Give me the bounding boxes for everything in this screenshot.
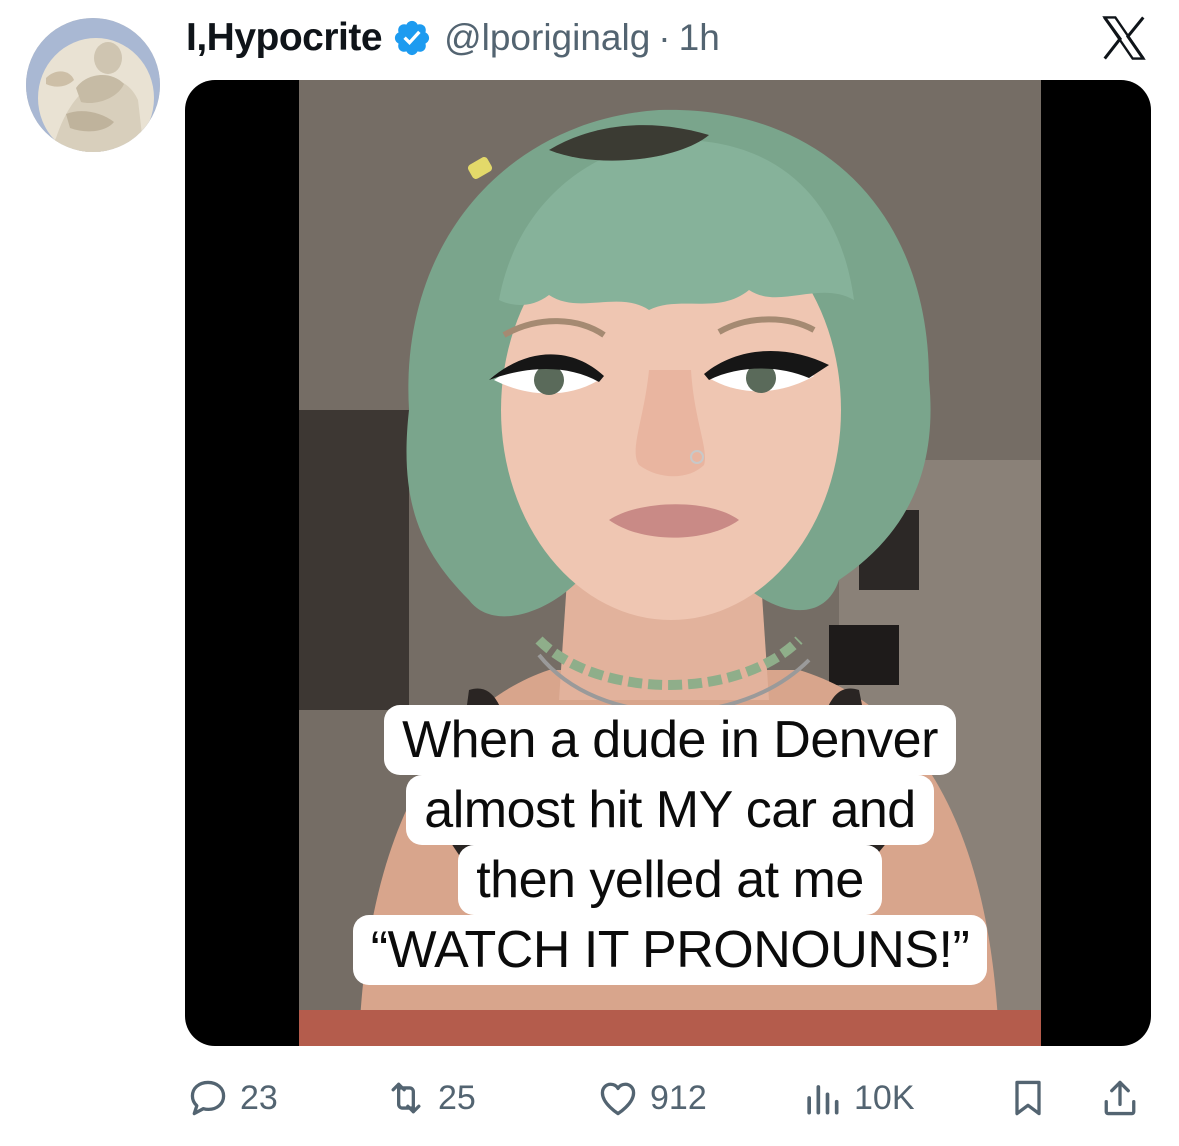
caption-line: then yelled at me: [458, 845, 882, 915]
timestamp[interactable]: 1h: [679, 17, 720, 59]
repost-button[interactable]: 25: [384, 1070, 476, 1126]
reply-bubble-icon: [190, 1080, 226, 1116]
bookmark-button[interactable]: [1006, 1070, 1060, 1126]
reply-button[interactable]: 23: [186, 1070, 278, 1126]
x-logo-icon: [1102, 16, 1146, 60]
heart-icon: [600, 1082, 636, 1116]
share-button[interactable]: [1098, 1070, 1152, 1126]
tweet-header: I,Hypocrite @lporiginalg · 1h: [186, 12, 720, 64]
repost-count: 25: [438, 1078, 476, 1117]
verified-badge-icon: [394, 20, 430, 56]
tweet-media[interactable]: When a dude in Denver almost hit MY car …: [185, 80, 1151, 1046]
reply-count: 23: [240, 1078, 278, 1117]
views-button[interactable]: 10K: [800, 1070, 915, 1126]
author-handle[interactable]: @lporiginalg: [444, 17, 650, 59]
caption-overlay: When a dude in Denver almost hit MY car …: [299, 705, 1041, 985]
caption-line: When a dude in Denver: [384, 705, 956, 775]
avatar-statue-image: [26, 18, 160, 152]
tweet-actions: 23 25 912 10K: [0, 1070, 1179, 1126]
bookmark-icon: [1015, 1080, 1041, 1116]
media-photo: When a dude in Denver almost hit MY car …: [299, 80, 1041, 1046]
caption-line: “WATCH IT PRONOUNS!”: [352, 915, 988, 985]
tweet[interactable]: I,Hypocrite @lporiginalg · 1h When a dud…: [0, 0, 1179, 1146]
like-button[interactable]: 912: [596, 1070, 707, 1126]
repost-icon: [391, 1082, 421, 1114]
separator-dot: ·: [658, 17, 671, 58]
caption-line: almost hit MY car and: [406, 775, 934, 845]
bar-chart-icon: [807, 1085, 839, 1115]
like-count: 912: [650, 1078, 707, 1117]
avatar[interactable]: [26, 18, 160, 152]
display-name[interactable]: I,Hypocrite: [186, 16, 383, 60]
views-count: 10K: [854, 1078, 915, 1117]
share-upload-icon: [1104, 1080, 1136, 1116]
